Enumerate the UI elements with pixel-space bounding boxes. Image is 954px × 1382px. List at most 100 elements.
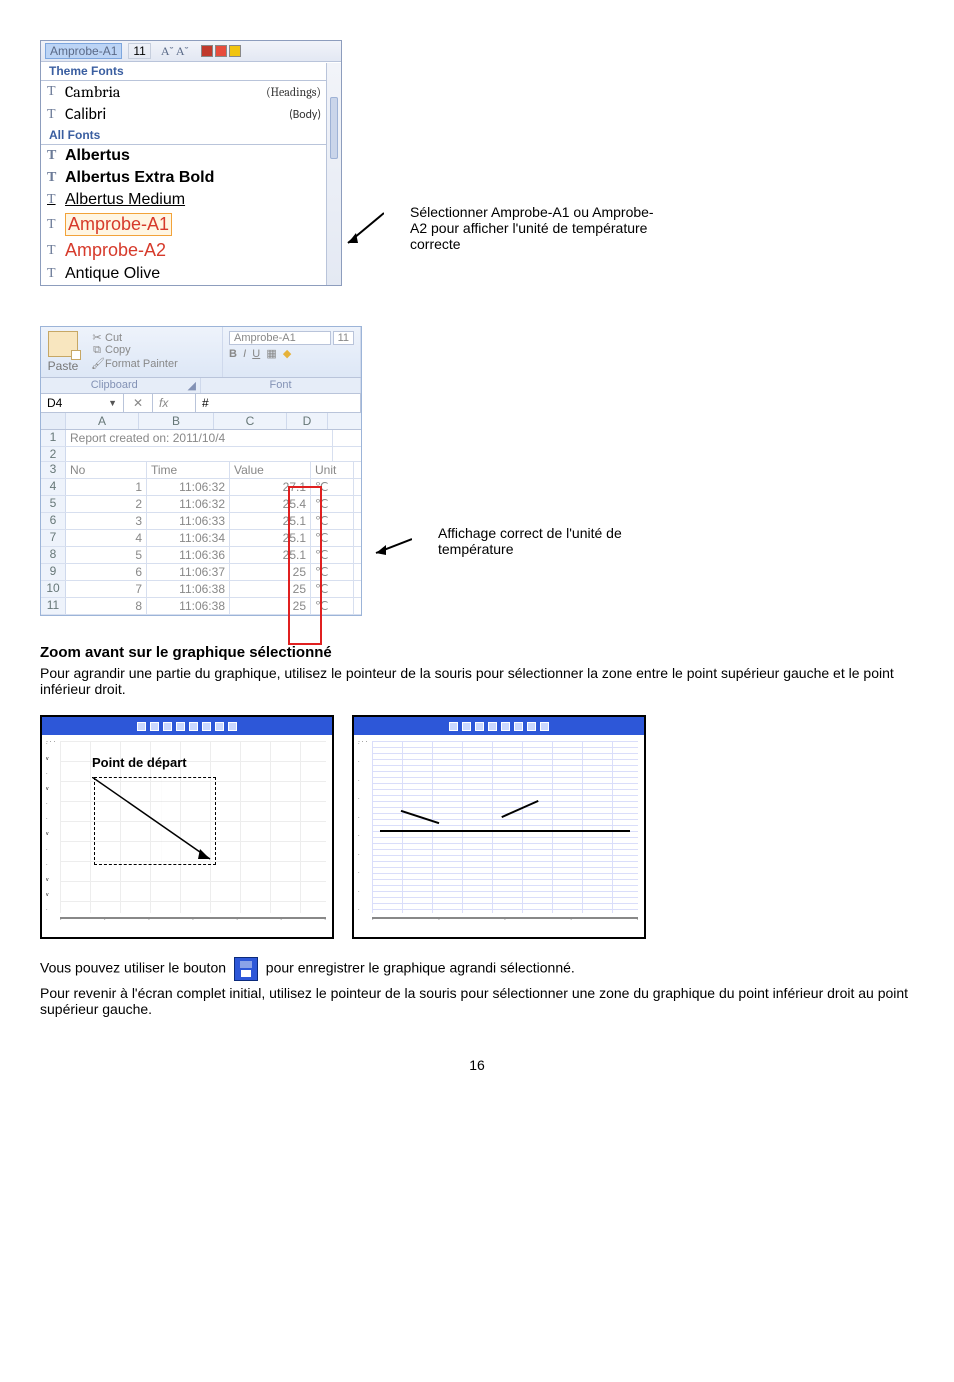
drag-start-label: Point de départ: [92, 755, 187, 770]
header-unit[interactable]: Unit: [311, 462, 354, 478]
cell-time[interactable]: 11:06:32: [147, 479, 230, 495]
graph-curve: [380, 830, 630, 832]
callout-unit-display: Affichage correct de l'unité de températ…: [438, 525, 698, 557]
cell-no[interactable]: 1: [66, 479, 147, 495]
cell-no[interactable]: 2: [66, 496, 147, 512]
fill-color-icon[interactable]: ◆: [283, 348, 291, 360]
font-color-swatches[interactable]: [201, 45, 241, 57]
truetype-icon: T: [47, 107, 65, 123]
cell-time[interactable]: 11:06:32: [147, 496, 230, 512]
row-head[interactable]: 5: [41, 496, 66, 512]
row-head[interactable]: 4: [41, 479, 66, 495]
cell-time[interactable]: 11:06:36: [147, 547, 230, 563]
cut-button[interactable]: ✂Cut: [91, 331, 216, 344]
col-head-c[interactable]: C: [214, 413, 287, 429]
col-head-d[interactable]: D: [287, 413, 328, 429]
row-head[interactable]: 10: [41, 581, 66, 597]
paste-label: Paste: [43, 359, 83, 373]
save-icon[interactable]: [234, 957, 258, 981]
truetype-icon: T: [47, 170, 65, 186]
italic-button[interactable]: I: [243, 348, 246, 360]
graph-x-ticks: ·····: [372, 917, 638, 933]
row-head[interactable]: 1: [41, 430, 66, 446]
ribbon-group-labels: Clipboard◢ Font: [41, 378, 361, 394]
font-item-antique-olive[interactable]: T Antique Olive: [41, 263, 327, 285]
font-size-box[interactable]: 11: [128, 43, 150, 59]
dialog-launcher-icon[interactable]: ◢: [188, 379, 196, 392]
name-box[interactable]: D4▼: [41, 394, 124, 412]
graph-toolbar[interactable]: [42, 717, 332, 735]
row-head[interactable]: 2: [41, 447, 66, 461]
bold-button[interactable]: B: [229, 348, 237, 360]
col-head-b[interactable]: B: [139, 413, 214, 429]
graph-after-zoom: · · · ·········· ·····: [352, 715, 646, 939]
font-item-albertus-medium[interactable]: T Albertus Medium: [41, 189, 327, 211]
report-created-cell[interactable]: Report created on: 2011/10/4: [66, 430, 333, 446]
callout-select-font: Sélectionner Amprobe-A1 ou Amprobe-A2 po…: [410, 204, 670, 252]
excel-ribbon: Paste ✂Cut ⧉Copy 🖌Format Painter Amprobe…: [41, 327, 361, 378]
cell-time[interactable]: 11:06:34: [147, 530, 230, 546]
paste-button[interactable]: Paste: [41, 327, 85, 377]
scissors-icon: ✂: [91, 331, 103, 344]
header-value[interactable]: Value: [230, 462, 311, 478]
table-header-row: 3 No Time Value Unit: [41, 462, 361, 479]
font-item-hint: (Headings): [266, 85, 321, 99]
cell-time[interactable]: 11:06:33: [147, 513, 230, 529]
cell-no[interactable]: 5: [66, 547, 147, 563]
header-no[interactable]: No: [66, 462, 147, 478]
font-item-cambria[interactable]: T Cambria (Headings): [41, 81, 327, 103]
font-item-label: Albertus Extra Bold: [65, 169, 214, 187]
header-time[interactable]: Time: [147, 462, 230, 478]
font-section-theme: Theme Fonts: [41, 62, 327, 81]
truetype-icon: T: [47, 243, 65, 259]
excel-column-headers: A B C D: [41, 413, 361, 430]
font-item-hint: (Body): [289, 108, 321, 122]
format-painter-button[interactable]: 🖌Format Painter: [91, 357, 216, 370]
cell-time[interactable]: 11:06:38: [147, 581, 230, 597]
row-head[interactable]: 9: [41, 564, 66, 580]
row-head[interactable]: 3: [41, 462, 66, 478]
font-item-label: Albertus: [65, 147, 130, 165]
truetype-icon: T: [47, 266, 65, 282]
truetype-icon: T: [47, 148, 65, 164]
font-dropdown-list: Theme Fonts T Cambria (Headings) T Calib…: [41, 62, 341, 285]
ribbon-font-name[interactable]: Amprobe-A1: [229, 331, 331, 345]
font-dropdown-scrollbar[interactable]: [326, 63, 341, 285]
cell-time[interactable]: 11:06:37: [147, 564, 230, 580]
graph-toolbar[interactable]: [354, 717, 644, 735]
col-head-a[interactable]: A: [66, 413, 139, 429]
cell-no[interactable]: 7: [66, 581, 147, 597]
cell-no[interactable]: 3: [66, 513, 147, 529]
row-head[interactable]: 7: [41, 530, 66, 546]
font-item-albertus[interactable]: T Albertus: [41, 145, 327, 167]
font-item-albertus-extra-bold[interactable]: T Albertus Extra Bold: [41, 167, 327, 189]
font-item-amprobe-a1[interactable]: T Amprobe-A1: [41, 211, 327, 238]
formula-bar[interactable]: #: [196, 394, 361, 412]
select-all-corner[interactable]: [41, 413, 66, 429]
chevron-down-icon: ▼: [108, 398, 117, 408]
font-item-calibri[interactable]: T Calibri (Body): [41, 103, 327, 126]
fx-cancel-icon[interactable]: ✕: [124, 394, 153, 412]
graph-plot-area[interactable]: [372, 741, 638, 913]
zoom-para-1: Pour agrandir une partie du graphique, u…: [40, 665, 914, 697]
border-icon[interactable]: ▦: [266, 348, 276, 360]
empty-cell[interactable]: [66, 447, 333, 461]
font-name-box[interactable]: Amprobe-A1: [45, 43, 122, 59]
cell-no[interactable]: 4: [66, 530, 147, 546]
row-head[interactable]: 6: [41, 513, 66, 529]
font-item-amprobe-a2[interactable]: T Amprobe-A2: [41, 238, 327, 263]
cell-no[interactable]: 6: [66, 564, 147, 580]
cell-no[interactable]: 8: [66, 598, 147, 614]
underline-button[interactable]: U: [252, 348, 260, 360]
copy-button[interactable]: ⧉Copy: [91, 344, 216, 357]
row-head[interactable]: 8: [41, 547, 66, 563]
zoom-para-3: Pour revenir à l'écran complet initial, …: [40, 985, 914, 1017]
group-font: Font: [201, 378, 361, 393]
font-grow-shrink[interactable]: A˘ A˘: [161, 44, 189, 59]
page-number: 16: [40, 1057, 914, 1073]
ribbon-font-size[interactable]: 11: [333, 331, 354, 345]
cell-time[interactable]: 11:06:38: [147, 598, 230, 614]
row-head[interactable]: 11: [41, 598, 66, 614]
paste-icon: [48, 331, 78, 357]
truetype-icon: T: [47, 84, 65, 100]
